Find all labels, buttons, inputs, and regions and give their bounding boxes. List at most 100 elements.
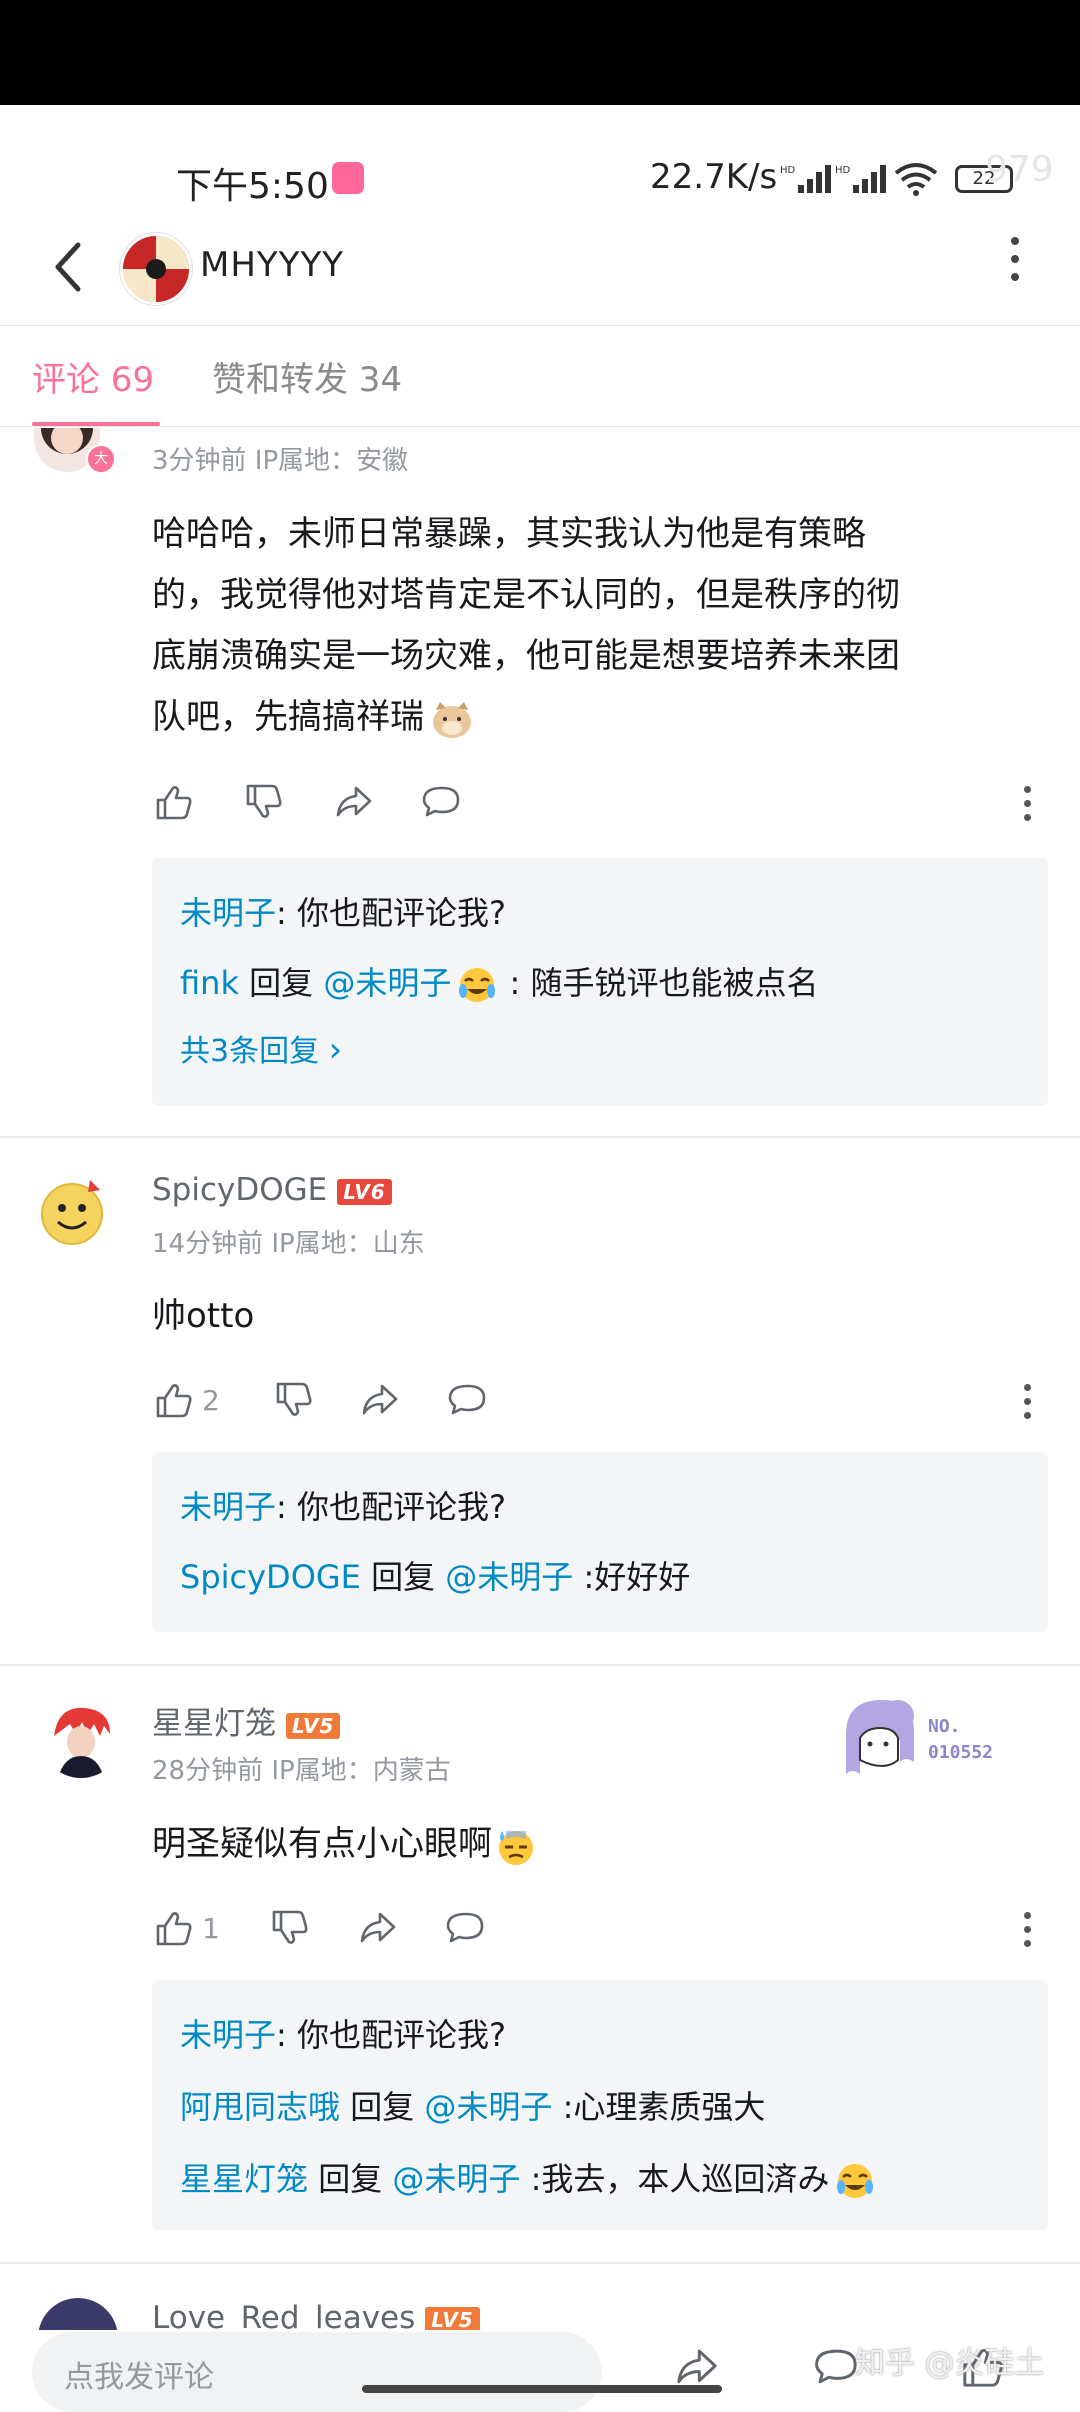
like-button[interactable] [152,780,196,824]
reply-button[interactable] [444,1906,488,1950]
reply-user[interactable]: 未明子 [180,894,276,932]
fan-card-badge[interactable]: NO. 010552 [840,1694,1040,1784]
thumbs-up-icon [156,1384,192,1418]
reply-mention[interactable]: @未明子 [392,2160,520,2198]
comment-1-line: 队吧，先搞搞祥瑞 [152,697,424,737]
comment-4-username[interactable]: Love_Red_leaves LV5 [152,2300,480,2332]
signal-icon: HD [780,165,831,193]
reply-label: 回复 [238,964,324,1002]
reply-user[interactable]: 未明子 [180,2016,276,2054]
svg-text:HD: HD [780,165,796,176]
comment-3-text-content: 明圣疑似有点小心眼啊 [152,1824,492,1864]
more-options-icon[interactable] [1000,237,1030,297]
thumbs-down-icon [276,1382,312,1416]
network-speed: 22.7K/s [650,157,778,197]
vip-badge-icon: 大 [86,444,116,474]
status-time: 下午5:50 [176,166,329,207]
signal-icon-2: HD [835,165,886,193]
dislike-button[interactable] [272,1378,316,1422]
fan-card-label: NO. 010552 [928,1714,993,1766]
reply-text: : 你也配评论我? [276,894,506,932]
reply-line[interactable]: 未明子: 你也配评论我? [180,888,506,934]
share-button[interactable] [358,1378,402,1422]
author-avatar-image [123,236,189,302]
thumbs-up-icon [156,1912,192,1946]
comment-1-line: 的，我觉得他对塔肯定是不认同的，但是秩序的彻 [152,575,900,615]
like-button[interactable]: 1 [152,1906,220,1950]
comment-1-line: 底崩溃确实是一场灾难，他可能是想要培养未来团 [152,636,900,676]
comment-3-more-icon[interactable] [1022,1912,1032,1954]
reply-mention[interactable]: @未明子 [323,964,451,1002]
comment-2-avatar[interactable] [34,1172,112,1250]
share-icon [360,1912,396,1943]
reply-line[interactable]: 阿甩同志哦 回复 @未明子 :心理素质强大 [180,2082,765,2128]
reply-mention[interactable]: @未明子 [445,1558,573,1596]
reply-mention[interactable]: @未明子 [424,2088,552,2126]
reply-text: :好好好 [573,1558,691,1596]
reply-user[interactable]: fink [180,964,239,1002]
share-icon [336,786,372,817]
like-count: 1 [202,1911,220,1945]
back-arrow-icon[interactable] [44,237,94,297]
level-badge: LV6 [337,1178,392,1205]
share-button[interactable] [332,780,376,824]
chevron-right-icon: › [328,1030,343,1070]
status-bar: 下午5:50 22.7K/s HD HD 22 979 [0,105,1080,215]
comment-1-meta: 3分钟前 IP属地：安徽 [152,446,409,476]
comment-3-actions: 1 [152,1906,1080,1956]
reply-line[interactable]: 星星灯笼 回复 @未明子 :我去，本人巡回済み [180,2154,877,2201]
dislike-button[interactable] [242,780,286,824]
reply-label: 回复 [360,1558,446,1596]
reply-line[interactable]: SpicyDOGE 回复 @未明子 :好好好 [180,1552,690,1598]
comment-1-actions [152,780,1080,830]
comment-3-avatar[interactable] [40,1696,122,1778]
reply-button[interactable] [420,780,464,824]
comment-4-name[interactable]: Love_Red_leaves [152,2300,415,2332]
fan-card-no: NO. [928,1716,961,1737]
tab-comments[interactable]: 评论 69 [32,352,154,401]
like-count: 2 [202,1383,220,1417]
reply-user[interactable]: 星星灯笼 [180,2160,308,2198]
doge-emoji-icon [430,699,474,739]
reply-button[interactable] [446,1378,490,1422]
comment-3-text: 明圣疑似有点小心眼啊 [152,1814,538,1875]
wifi-icon [894,163,938,196]
like-button[interactable]: 2 [152,1378,220,1422]
comment-input[interactable]: 点我发评论 [32,2332,602,2412]
comment-bubble-icon [448,1384,486,1415]
reply-line[interactable]: 未明子: 你也配评论我? [180,2010,506,2056]
divider [0,1664,1080,1666]
share-button[interactable] [356,1906,400,1950]
comment-2-meta: 14分钟前 IP属地：山东 [152,1229,425,1259]
reply-line[interactable]: 未明子: 你也配评论我? [180,1482,506,1528]
comment-3-replies: 未明子: 你也配评论我? 阿甩同志哦 回复 @未明子 :心理素质强大 星星灯笼 … [152,1980,1048,2230]
reply-user[interactable]: SpicyDOGE [180,1558,361,1596]
comment-1-more-icon[interactable] [1022,786,1032,828]
reply-user[interactable]: 阿甩同志哦 [180,2088,340,2126]
reply-user[interactable]: 未明子 [180,1488,276,1526]
author-name[interactable]: MHYYYY [200,245,344,285]
tab-likes-reposts[interactable]: 赞和转发 34 [212,352,402,401]
laugh-cry-emoji-icon [455,965,499,1005]
dislike-button[interactable] [268,1906,312,1950]
comment-3-username[interactable]: 星星灯笼 LV5 [152,1698,341,1743]
comment-2-avatar-image [41,1180,103,1245]
svg-text:HD: HD [835,165,851,176]
comment-2-name[interactable]: SpicyDOGE [152,1172,327,1208]
watermark-text: 知乎 @炎硅土 [855,2346,1045,2381]
view-all-replies-link[interactable]: 共3条回复 › [180,1026,342,1070]
reply-label: 回复 [340,2088,425,2126]
reply-label: 回复 [308,2160,393,2198]
thumbs-down-icon [272,1910,308,1944]
gesture-home-bar[interactable] [362,2385,722,2393]
comment-3-name[interactable]: 星星灯笼 [152,1706,276,1742]
comment-2-text: 帅otto [152,1296,255,1336]
author-avatar[interactable] [120,233,192,305]
comment-2-username[interactable]: SpicyDOGE LV6 [152,1172,392,1208]
view-all-replies-label: 共3条回复 [180,1034,320,1069]
thumbs-down-icon [246,784,282,818]
overlay-number: 979 [985,149,1054,190]
comment-1-replies: 未明子: 你也配评论我? fink 回复 @未明子 : 随手锐评也能被点名 共3… [152,858,1048,1106]
comment-2-more-icon[interactable] [1022,1384,1032,1426]
reply-line[interactable]: fink 回复 @未明子 : 随手锐评也能被点名 [180,958,818,1005]
